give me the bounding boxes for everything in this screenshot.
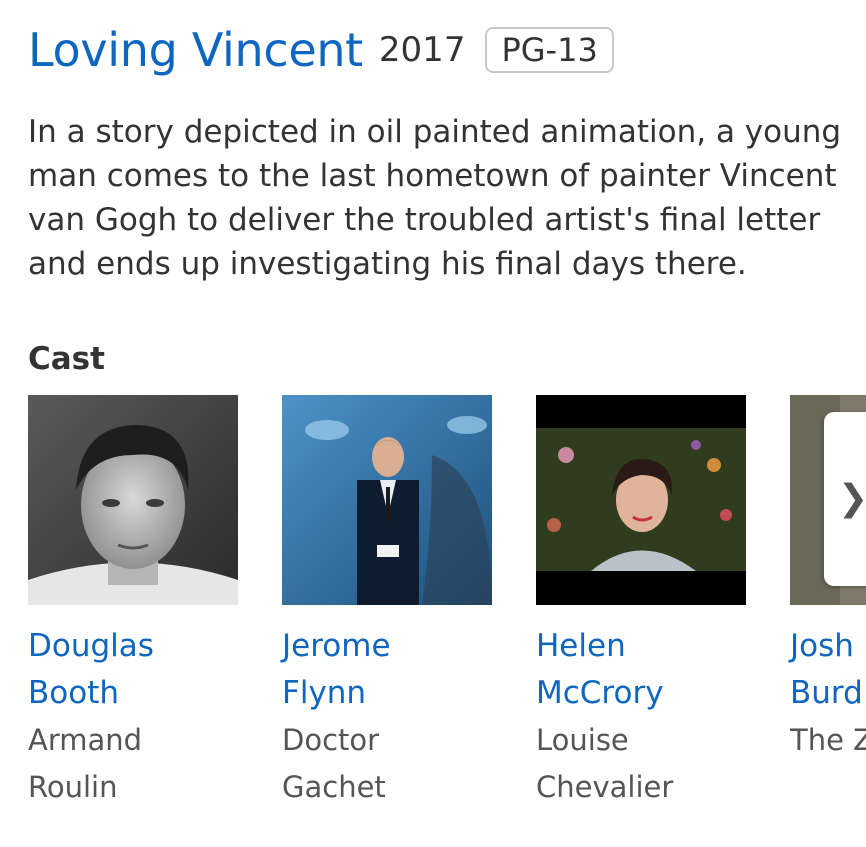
synopsis-line: and ends up investigating his final days… (28, 246, 747, 282)
cast-role-line: Doctor (282, 723, 380, 757)
cast-name-line[interactable]: McCrory (536, 670, 746, 717)
cast-name-line[interactable]: Flynn (282, 670, 492, 717)
cast-name-line[interactable]: Burd (790, 670, 866, 717)
cast-name[interactable]: Douglas Booth (28, 623, 238, 717)
synopsis-line: van Gogh to deliver the troubled artist'… (28, 202, 821, 238)
cast-name[interactable]: Jerome Flynn (282, 623, 492, 717)
carousel-next-button[interactable]: ❯ (824, 412, 866, 586)
synopsis: In a story depicted in oil painted anima… (28, 110, 866, 286)
cast-role-line: Gachet (282, 770, 386, 804)
cast-role: Doctor Gachet (282, 717, 492, 811)
cast-photo[interactable] (28, 395, 238, 605)
cast-card[interactable]: Douglas Booth Armand Roulin (28, 395, 238, 811)
rating-badge: PG-13 (485, 27, 614, 73)
cast-role-line: Louise (536, 723, 629, 757)
cast-role-line: The Z (790, 723, 866, 757)
cast-role: Louise Chevalier (536, 717, 746, 811)
cast-photo[interactable] (536, 395, 746, 605)
synopsis-line: In a story depicted in oil painted anima… (28, 114, 842, 150)
chevron-right-icon: ❯ (838, 478, 866, 519)
cast-name-line[interactable]: Helen (536, 623, 746, 670)
cast-name-line[interactable]: Josh (790, 623, 866, 670)
cast-role-line: Roulin (28, 770, 118, 804)
cast-role: Armand Roulin (28, 717, 238, 811)
cast-role-line: Chevalier (536, 770, 674, 804)
cast-card[interactable]: Jerome Flynn Doctor Gachet (282, 395, 492, 811)
cast-name-line[interactable]: Booth (28, 670, 238, 717)
cast-photo[interactable] (282, 395, 492, 605)
cast-name-line[interactable]: Jerome (282, 623, 492, 670)
cast-card[interactable]: Helen McCrory Louise Chevalier (536, 395, 746, 811)
synopsis-line: man comes to the last hometown of painte… (28, 158, 837, 194)
cast-name-line[interactable]: Douglas (28, 623, 238, 670)
cast-role-line: Armand (28, 723, 143, 757)
cast-carousel[interactable]: Douglas Booth Armand Roulin Jerome Flynn… (28, 395, 866, 825)
movie-title[interactable]: Loving Vincent (28, 22, 363, 78)
movie-year: 2017 (378, 30, 466, 70)
movie-detail-page: Loving Vincent 2017 PG-13 In a story dep… (0, 0, 866, 847)
cast-name[interactable]: Helen McCrory (536, 623, 746, 717)
cast-name[interactable]: Josh Burd (790, 623, 866, 717)
cast-heading: Cast (28, 341, 105, 377)
cast-role: The Z (790, 717, 866, 764)
title-row: Loving Vincent 2017 PG-13 (28, 22, 614, 78)
